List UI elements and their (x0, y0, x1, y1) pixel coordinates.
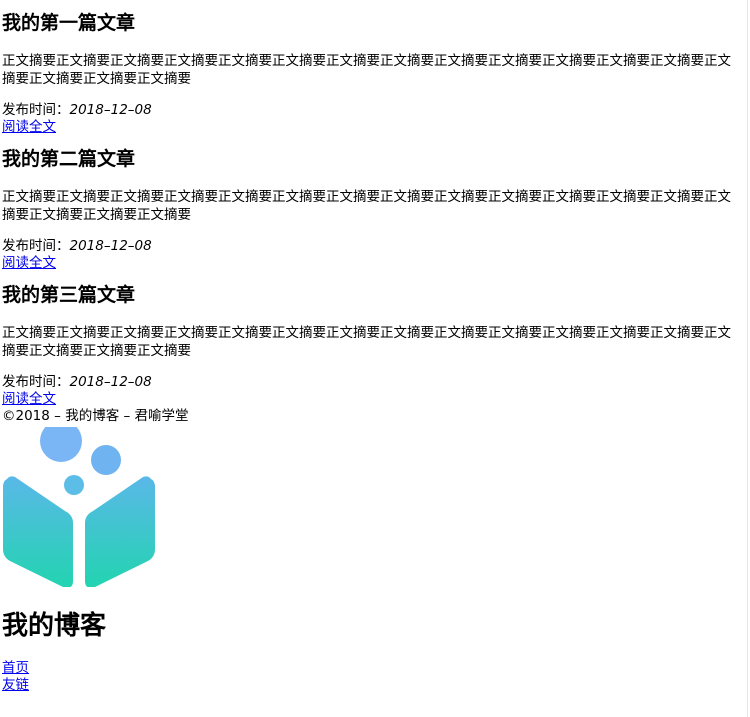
article-2: 我的第二篇文章 正文摘要正文摘要正文摘要正文摘要正文摘要正文摘要正文摘要正文摘要… (0, 136, 747, 272)
date-label: 发布时间： (2, 238, 70, 254)
site-logo (1, 420, 161, 588)
article-summary: 正文摘要正文摘要正文摘要正文摘要正文摘要正文摘要正文摘要正文摘要正文摘要正文摘要… (2, 53, 731, 87)
site-nav: 首页 友链 (0, 643, 747, 694)
date-label: 发布时间： (2, 102, 70, 118)
footer-copyright: ©2018 – 我的博客 – 君喻学堂 (2, 408, 189, 424)
read-more-link[interactable]: 阅读全文 (0, 391, 747, 408)
article-meta: 发布时间：2018–12–08 (0, 224, 747, 255)
article-1: 我的第一篇文章 正文摘要正文摘要正文摘要正文摘要正文摘要正文摘要正文摘要正文摘要… (0, 0, 747, 136)
cube-with-circles-logo-icon (3, 420, 155, 588)
publish-date: 2018–12–08 (69, 238, 152, 254)
article-3: 我的第三篇文章 正文摘要正文摘要正文摘要正文摘要正文摘要正文摘要正文摘要正文摘要… (0, 272, 747, 408)
article-summary: 正文摘要正文摘要正文摘要正文摘要正文摘要正文摘要正文摘要正文摘要正文摘要正文摘要… (2, 325, 731, 359)
nav-links-link[interactable]: 友链 (0, 677, 747, 694)
article-meta: 发布时间：2018–12–08 (0, 88, 747, 119)
article-title: 我的第三篇文章 (2, 284, 136, 306)
page: 我的第一篇文章 正文摘要正文摘要正文摘要正文摘要正文摘要正文摘要正文摘要正文摘要… (0, 0, 748, 717)
publish-date: 2018–12–08 (69, 374, 152, 390)
article-summary: 正文摘要正文摘要正文摘要正文摘要正文摘要正文摘要正文摘要正文摘要正文摘要正文摘要… (2, 189, 731, 223)
article-title: 我的第一篇文章 (2, 12, 136, 34)
article-meta: 发布时间：2018–12–08 (0, 360, 747, 391)
read-more-link[interactable]: 阅读全文 (0, 255, 747, 272)
nav-home-link[interactable]: 首页 (0, 660, 747, 677)
read-more-link[interactable]: 阅读全文 (0, 119, 747, 136)
article-title: 我的第二篇文章 (2, 148, 136, 170)
site-title: 我的博客 (2, 611, 107, 641)
date-label: 发布时间： (2, 374, 70, 390)
publish-date: 2018–12–08 (69, 102, 152, 118)
